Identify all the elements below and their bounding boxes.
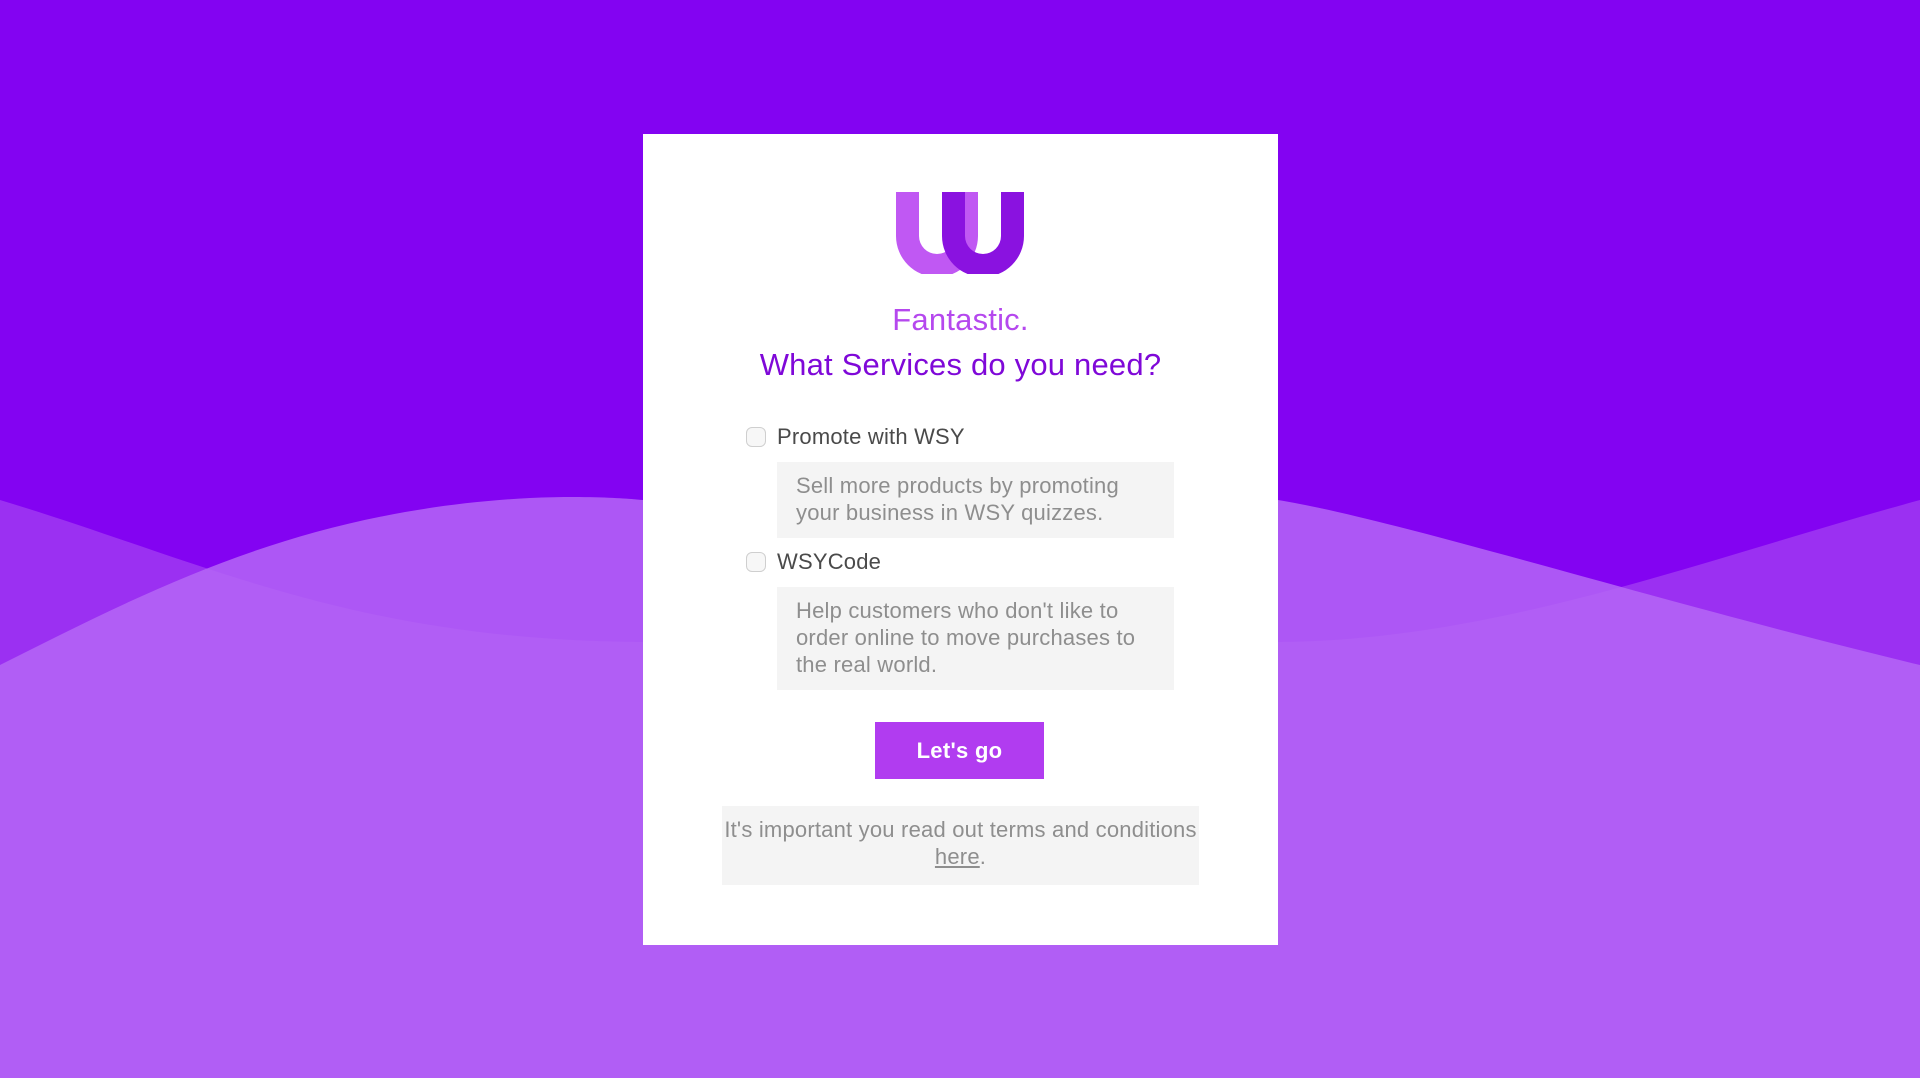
option-label[interactable]: Promote with WSY xyxy=(777,424,965,450)
terms-link[interactable]: here xyxy=(935,844,980,869)
option-wsycode: WSYCode Help customers who don't like to… xyxy=(746,545,1176,690)
services-card: Fantastic. What Services do you need? Pr… xyxy=(643,134,1278,945)
terms-notice: It's important you read out terms and co… xyxy=(722,806,1199,885)
option-promote-with-wsy: Promote with WSY Sell more products by p… xyxy=(746,420,1176,538)
option-row[interactable]: Promote with WSY xyxy=(746,420,1176,454)
terms-period: . xyxy=(979,844,987,869)
w-logo-icon xyxy=(896,192,1024,274)
wsycode-checkbox[interactable] xyxy=(746,552,766,572)
option-description: Sell more products by promoting your bus… xyxy=(777,462,1174,538)
option-label[interactable]: WSYCode xyxy=(777,549,881,575)
promote-with-wsy-checkbox[interactable] xyxy=(746,427,766,447)
heading-line-2: What Services do you need? xyxy=(759,347,1162,382)
option-description: Help customers who don't like to order o… xyxy=(777,587,1174,690)
heading-line-1: Fantastic. xyxy=(892,302,1029,337)
option-row[interactable]: WSYCode xyxy=(746,545,1176,579)
lets-go-button[interactable]: Let's go xyxy=(875,722,1044,779)
terms-text: It's important you read out terms and co… xyxy=(724,817,1197,842)
